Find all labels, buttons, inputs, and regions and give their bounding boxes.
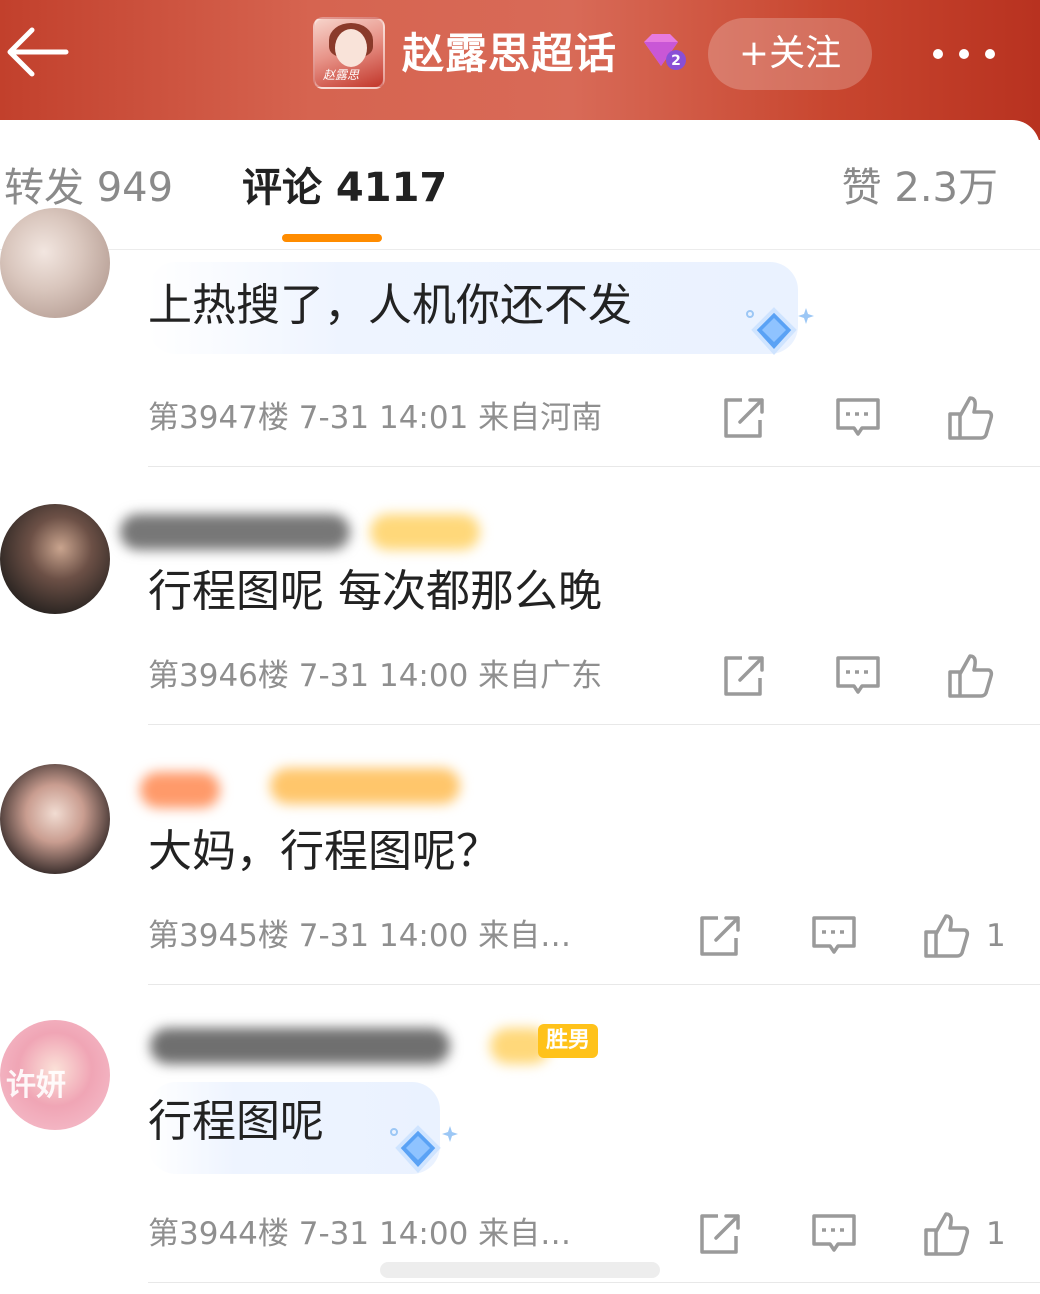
comment-time: 7-31 14:00 — [298, 1216, 469, 1252]
comment-meta: 第3946楼 7-31 14:00 来自广东 — [148, 654, 602, 698]
comment-meta: 第3945楼 7-31 14:00 来自… — [148, 914, 571, 958]
level-badge: 2 — [640, 32, 688, 72]
tab-repost[interactable]: 转发 949 — [4, 160, 173, 216]
comment-location: 来自… — [478, 1216, 572, 1252]
more-dots-icon — [933, 49, 995, 59]
divider — [148, 724, 1040, 725]
thumbs-up-icon[interactable] — [922, 1210, 970, 1258]
floor-number: 第3946楼 — [148, 658, 289, 694]
repost-icon[interactable] — [720, 394, 768, 442]
follow-button[interactable]: +关注 — [708, 18, 872, 90]
avatar[interactable] — [0, 208, 110, 318]
thumbs-up-icon[interactable] — [946, 652, 994, 700]
thumbs-up-icon[interactable] — [946, 394, 994, 442]
divider — [148, 1282, 1040, 1283]
diamond-gem-icon — [390, 1125, 458, 1173]
comment-location: 来自… — [478, 918, 572, 954]
diamond-level-icon: 2 — [644, 34, 686, 70]
comment-icon[interactable] — [834, 652, 882, 700]
tab-likes[interactable]: 赞 2.3万 — [842, 160, 998, 216]
comment-icon[interactable] — [810, 1210, 858, 1258]
comment-meta: 第3944楼 7-31 14:00 来自… — [148, 1212, 571, 1256]
username-extra — [270, 768, 460, 804]
tab-comments[interactable]: 评论 4117 — [242, 160, 447, 216]
supertopic-logo[interactable]: 赵露思 — [313, 17, 385, 89]
comment-icon[interactable] — [834, 394, 882, 442]
avatar[interactable] — [0, 764, 110, 874]
logo-caption: 赵露思 — [323, 68, 360, 82]
level-number: 2 — [671, 53, 681, 69]
like-count: 1 — [986, 918, 1006, 954]
divider — [148, 466, 1040, 467]
comment-location: 来自广东 — [478, 658, 603, 694]
like-count: 1 — [986, 1216, 1006, 1252]
diamond-gem-icon — [746, 307, 814, 355]
top-bar: 赵露思 赵露思超话 2 +关注 — [0, 0, 1040, 140]
divider — [148, 984, 1040, 985]
comment-meta: 第3947楼 7-31 14:01 来自河南 — [148, 396, 602, 440]
back-arrow-icon — [7, 27, 69, 77]
comment-time: 7-31 14:01 — [298, 400, 469, 436]
fan-badge: 胜男 — [538, 1024, 599, 1058]
avatar[interactable] — [0, 504, 110, 614]
comment-text: 行程图呢 每次都那么晚 — [148, 566, 602, 617]
repost-icon[interactable] — [696, 1210, 744, 1258]
username-extra — [370, 514, 480, 550]
avatar[interactable]: 许妍 — [0, 1020, 110, 1130]
username[interactable] — [140, 772, 220, 808]
page-title: 赵露思超话 — [402, 29, 618, 78]
floor-number: 第3944楼 — [148, 1216, 289, 1252]
comment-text: 行程图呢 — [148, 1096, 324, 1147]
comment-time: 7-31 14:00 — [298, 918, 469, 954]
repost-icon[interactable] — [696, 912, 744, 960]
more-button[interactable] — [926, 36, 1006, 72]
repost-icon[interactable] — [720, 652, 768, 700]
comment-location: 来自河南 — [478, 400, 603, 436]
username[interactable] — [150, 1028, 450, 1064]
comment-text: 大妈，行程图呢？ — [148, 826, 500, 877]
comment-text: 上热搜了，人机你还不发 — [148, 280, 632, 331]
active-tab-indicator — [282, 234, 382, 242]
tab-bar: 转发 949 评论 4117 赞 2.3万 — [0, 120, 1040, 250]
avatar-text: 许妍 — [6, 1068, 66, 1103]
floor-number: 第3945楼 — [148, 918, 289, 954]
floor-number: 第3947楼 — [148, 400, 289, 436]
thumbs-up-icon[interactable] — [922, 912, 970, 960]
back-button[interactable] — [2, 24, 72, 80]
comment-time: 7-31 14:00 — [298, 658, 469, 694]
home-indicator[interactable] — [380, 1262, 660, 1278]
comment-icon[interactable] — [810, 912, 858, 960]
username[interactable] — [120, 514, 350, 550]
